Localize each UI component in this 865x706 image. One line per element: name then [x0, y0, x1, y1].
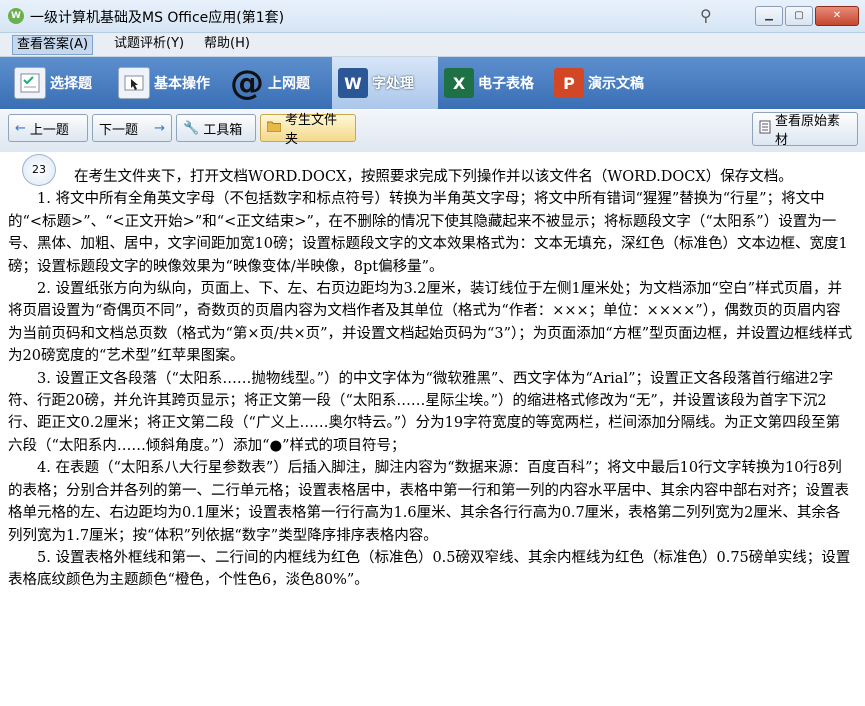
question-intro: 在考生文件夹下，打开文档WORD.DOCX，按照要求完成下列操作并以该文件名（W… [74, 169, 793, 185]
question-item: 5. 设置表格外框线和第一、二行间的内框线为红色（标准色）0.5磅双窄线、其余内… [8, 549, 851, 589]
arrow-right-icon: → [154, 120, 165, 136]
tab-label: 选择题 [50, 76, 92, 92]
tab-label: 基本操作 [154, 76, 210, 92]
mouse-cursor-icon [118, 67, 150, 99]
minimize-button[interactable]: ▁ [755, 6, 783, 26]
category-toolbar: 选择题 基本操作 @ 上网题 W 字处理 X 电子表格 P 演示文稿 [0, 57, 865, 109]
folder-icon [266, 120, 282, 136]
tab-label: 字处理 [372, 76, 414, 92]
checklist-icon [14, 67, 46, 99]
prev-label: 上一题 [29, 122, 69, 138]
maximize-button[interactable]: ▢ [785, 6, 813, 26]
toolbox-label: 工具箱 [203, 122, 243, 138]
next-question-button[interactable]: 下一题 → [92, 114, 172, 142]
menu-view-answer[interactable]: 查看答案(A) [12, 35, 94, 55]
tab-choice[interactable]: 选择题 [14, 57, 110, 109]
document-icon [759, 120, 771, 138]
tab-label: 电子表格 [478, 76, 534, 92]
question-item: 2. 设置纸张方向为纵向，页面上、下、左、右页边距均为3.2厘米，装订线位于左侧… [8, 281, 853, 365]
exam-folder-button[interactable]: 考生文件夹 [260, 113, 356, 147]
view-original-material-button[interactable]: 查看原始素材 [752, 112, 858, 148]
prev-question-button[interactable]: ← 上一题 [8, 114, 88, 142]
excel-icon: X [444, 68, 474, 98]
tab-spreadsheet[interactable]: X 电子表格 [444, 57, 548, 109]
pin-icon[interactable]: ⚲ [700, 6, 712, 25]
powerpoint-icon: P [554, 68, 584, 98]
wrench-icon: 🔧 [183, 120, 200, 136]
next-label: 下一题 [99, 122, 139, 138]
tab-presentation[interactable]: P 演示文稿 [554, 57, 658, 109]
arrow-left-icon: ← [15, 120, 26, 136]
question-item: 4. 在表题（“太阳系八大行星参数表”）后插入脚注，脚注内容为“数据来源：百度百… [8, 460, 849, 544]
menu-help[interactable]: 帮助(H) [200, 35, 254, 53]
window-title: 一级计算机基础及MS Office应用(第1套) [30, 10, 285, 26]
exam-folder-label: 考生文件夹 [285, 113, 338, 147]
at-sign-icon: @ [230, 63, 264, 103]
toolbox-button[interactable]: 🔧 工具箱 [176, 114, 256, 142]
menu-analysis[interactable]: 试题评析(Y) [110, 35, 188, 53]
tab-basic-operation[interactable]: 基本操作 [118, 57, 228, 109]
question-item: 1. 将文中所有全角英文字母（不包括数字和标点符号）转换为半角英文字母；将文中所… [8, 191, 848, 275]
tab-label: 演示文稿 [588, 76, 644, 92]
navigation-toolbar: ← 上一题 下一题 → 🔧 工具箱 考生文件夹 查看原始素材 [0, 110, 865, 153]
word-icon: W [338, 68, 368, 98]
tab-word-processing[interactable]: W 字处理 [332, 57, 438, 109]
view-source-label: 查看原始素材 [775, 114, 841, 148]
question-item: 3. 设置正文各段落（“太阳系……抛物线型。”）的中文字体为“微软雅黑”、西文字… [8, 370, 841, 454]
app-logo-icon: W [8, 8, 24, 24]
tab-label: 上网题 [268, 76, 310, 92]
question-text: 在考生文件夹下，打开文档WORD.DOCX，按照要求完成下列操作并以该文件名（W… [8, 166, 853, 592]
title-bar: W 一级计算机基础及MS Office应用(第1套) ⚲ ▁ ▢ ✕ [0, 0, 865, 33]
close-button[interactable]: ✕ [815, 6, 859, 26]
tab-internet[interactable]: @ 上网题 [230, 57, 326, 109]
menu-bar: 查看答案(A) 试题评析(Y) 帮助(H) [0, 33, 865, 57]
